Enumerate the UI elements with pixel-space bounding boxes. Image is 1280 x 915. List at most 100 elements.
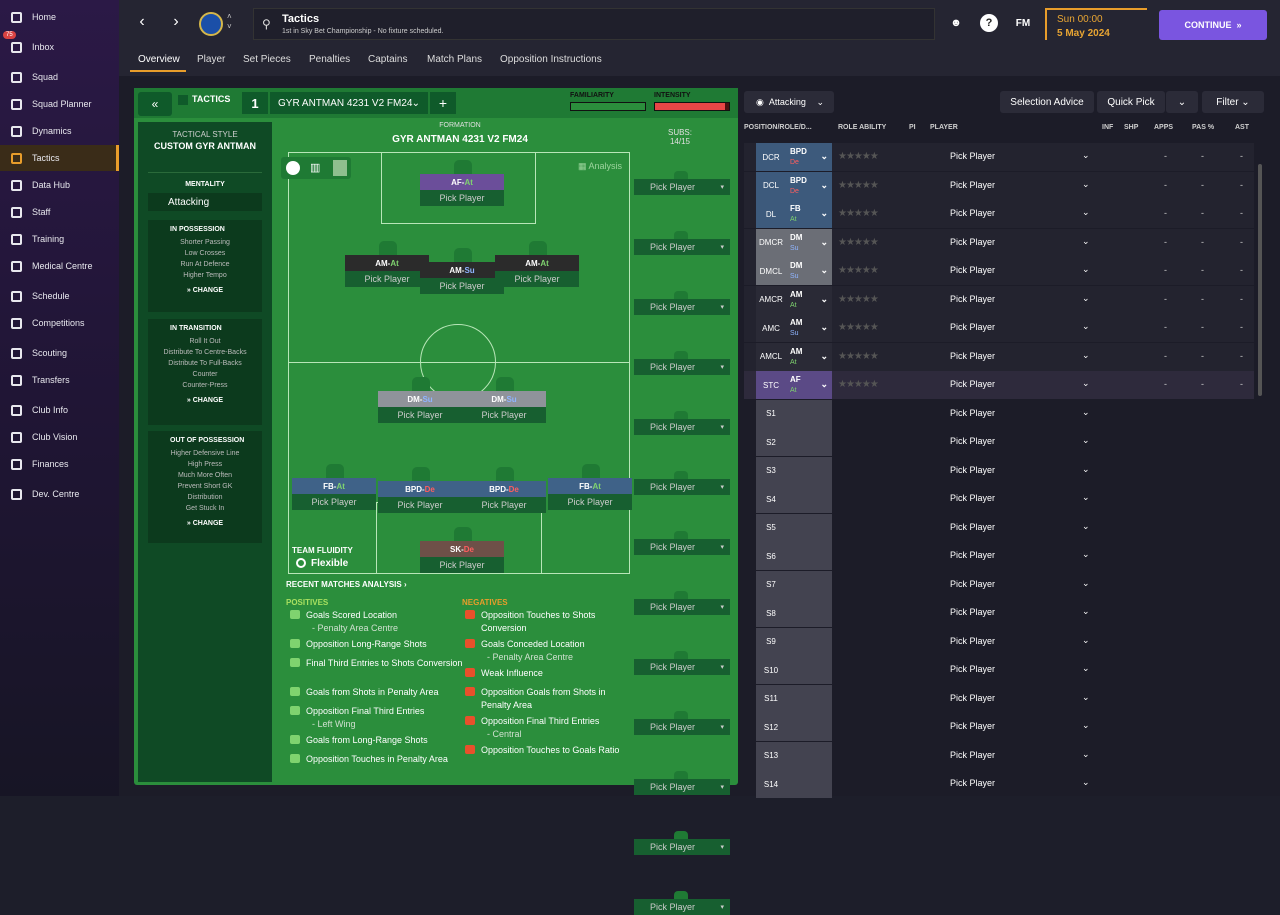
column-header[interactable]: SHP — [1124, 124, 1138, 131]
player-select[interactable]: Pick Player — [950, 265, 995, 275]
table-scrollbar[interactable] — [1258, 164, 1262, 396]
chevron-down-icon[interactable]: ⌄ — [1082, 749, 1090, 760]
collapse-button[interactable]: « — [138, 92, 172, 116]
pick-player-select[interactable]: Pick Player — [495, 271, 579, 287]
table-row[interactable]: S1 Pick Player ⌄ — [744, 399, 1254, 428]
player-select[interactable]: Pick Player — [950, 636, 995, 646]
sidebar-item-data-hub[interactable]: Data Hub — [0, 172, 119, 198]
chevron-down-icon[interactable]: ⌄ — [1082, 606, 1090, 617]
phase-box-in-possession[interactable]: IN POSSESSION Shorter Passing Low Crosses R… — [148, 220, 262, 312]
role-duty-label[interactable]: BPD - De — [462, 481, 546, 497]
pick-player-select[interactable]: Pick Player — [345, 271, 429, 287]
table-row[interactable]: S9 Pick Player ⌄ — [744, 627, 1254, 656]
role-cell[interactable] — [786, 399, 832, 428]
table-row[interactable]: DCL ★★★★★ BPD De ⌄ Pick Player ⌄ - - - — [744, 171, 1254, 200]
sidebar-item-club-info[interactable]: Club Info — [0, 397, 119, 423]
player-select[interactable]: Pick Player — [950, 721, 995, 731]
player-select[interactable]: Pick Player — [950, 294, 995, 304]
forward-arrow-icon[interactable]: › — [163, 8, 189, 36]
pick-player-select[interactable]: Pick Player — [420, 190, 504, 206]
sub-pick-player-select[interactable]: Pick Player ▾ — [634, 539, 730, 555]
role-duty-label[interactable]: AM - Su — [420, 262, 504, 278]
role-cell[interactable] — [786, 428, 832, 456]
sidebar-item-finances[interactable]: Finances — [0, 451, 119, 477]
info-icon[interactable] — [286, 161, 300, 175]
phase-box-in-transition[interactable]: IN TRANSITION Roll It Out Distribute To Ce… — [148, 319, 262, 425]
chevron-down-icon[interactable]: ⌄ — [1082, 521, 1090, 532]
chevron-down-icon[interactable]: ⌄ — [1082, 777, 1090, 788]
chevron-down-icon[interactable]: ⌄ — [1082, 179, 1090, 190]
role-cell[interactable] — [786, 599, 832, 627]
sidebar-item-schedule[interactable]: Schedule — [0, 283, 119, 309]
pick-player-select[interactable]: Pick Player — [462, 497, 546, 513]
sub-pick-player-select[interactable]: Pick Player ▾ — [634, 599, 730, 615]
column-header[interactable]: PLAYER — [930, 124, 958, 131]
help-icon[interactable]: ? — [980, 14, 998, 32]
role-cell[interactable]: BPD De ⌄ — [786, 171, 832, 200]
role-duty-label[interactable]: SK - De — [420, 541, 504, 557]
player-select[interactable]: Pick Player — [950, 522, 995, 532]
mentality-view-select[interactable]: ◉ Attacking ⌄ — [744, 91, 834, 113]
role-cell[interactable] — [786, 656, 832, 684]
sidebar-item-training[interactable]: Training — [0, 226, 119, 252]
player-select[interactable]: Pick Player — [950, 208, 995, 218]
chevron-down-icon[interactable]: ⌄ — [1082, 549, 1090, 560]
player-select[interactable]: Pick Player — [950, 493, 995, 503]
chevron-down-icon[interactable]: ⌄ — [1082, 635, 1090, 646]
player-select[interactable]: Pick Player — [950, 436, 995, 446]
role-cell[interactable] — [786, 627, 832, 656]
table-row[interactable]: S3 Pick Player ⌄ — [744, 456, 1254, 485]
role-cell[interactable] — [786, 684, 832, 713]
table-row[interactable]: S8 Pick Player ⌄ — [744, 599, 1254, 627]
title-box[interactable]: ⚲ Tactics 1st in Sky Bet Championship - … — [253, 8, 935, 40]
chevron-down-icon[interactable]: ⌄ — [1082, 435, 1090, 446]
tactical-style-box[interactable]: TACTICAL STYLE CUSTOM GYR ANTMAN — [148, 130, 262, 151]
mentality-select[interactable]: Attacking — [148, 193, 262, 211]
role-cell[interactable] — [786, 770, 832, 798]
sub-pick-player-select[interactable]: Pick Player ▾ — [634, 479, 730, 495]
sub-pick-player-select[interactable]: Pick Player ▾ — [634, 179, 730, 195]
table-row[interactable]: S10 Pick Player ⌄ — [744, 656, 1254, 684]
selection-advice-button[interactable]: Selection Advice — [1000, 91, 1094, 113]
tab-overview[interactable]: Overview — [138, 54, 180, 65]
player-select[interactable]: Pick Player — [950, 379, 995, 389]
player-select[interactable]: Pick Player — [950, 693, 995, 703]
role-duty-label[interactable]: AF - At — [420, 174, 504, 190]
table-row[interactable]: S2 Pick Player ⌄ — [744, 428, 1254, 456]
chevron-down-icon[interactable]: ⌄ — [1082, 407, 1090, 418]
role-cell[interactable]: DM Su ⌄ — [786, 257, 832, 285]
search-icon[interactable]: ⚲ — [262, 17, 271, 31]
table-row[interactable]: AMCL ★★★★★ AM At ⌄ Pick Player ⌄ - - - — [744, 342, 1254, 371]
player-select[interactable]: Pick Player — [950, 322, 995, 332]
sidebar-item-scouting[interactable]: Scouting — [0, 340, 119, 366]
table-row[interactable]: DMCL ★★★★★ DM Su ⌄ Pick Player ⌄ - - - — [744, 257, 1254, 285]
sidebar-item-home[interactable]: Home — [0, 4, 119, 30]
chevron-down-icon[interactable]: ⌄ — [1082, 207, 1090, 218]
player-select[interactable]: Pick Player — [950, 607, 995, 617]
column-header[interactable]: APPS — [1154, 124, 1173, 131]
table-row[interactable]: DCR ★★★★★ BPD De ⌄ Pick Player ⌄ - - - — [744, 143, 1254, 171]
stats-icon[interactable]: ▥ — [310, 161, 320, 174]
role-cell[interactable]: AM At ⌄ — [786, 285, 832, 314]
role-duty-label[interactable]: FB - At — [292, 478, 376, 494]
chevron-down-icon[interactable]: ⌄ — [1082, 236, 1090, 247]
table-row[interactable]: S5 Pick Player ⌄ — [744, 513, 1254, 542]
manager-icon[interactable]: ☻ — [947, 14, 965, 32]
role-cell[interactable] — [786, 456, 832, 485]
chevron-down-icon[interactable]: ⌄ — [1082, 321, 1090, 332]
sub-pick-player-select[interactable]: Pick Player ▾ — [634, 719, 730, 735]
pitch-player-slot[interactable]: BPD - De Pick Player — [462, 467, 546, 517]
intensity-bar[interactable] — [654, 102, 730, 111]
sidebar-item-transfers[interactable]: Transfers — [0, 367, 119, 393]
column-header[interactable]: POSITION/ROLE/D... — [744, 124, 812, 131]
pick-player-select[interactable]: Pick Player — [378, 497, 462, 513]
player-select[interactable]: Pick Player — [950, 664, 995, 674]
tab-match-plans[interactable]: Match Plans — [427, 54, 482, 65]
date-box[interactable]: Sun 00:00 5 May 2024 — [1045, 8, 1147, 40]
chevron-down-icon[interactable]: ⌄ — [1082, 692, 1090, 703]
change-button[interactable]: » CHANGE — [148, 287, 262, 294]
sub-pick-player-select[interactable]: Pick Player ▾ — [634, 359, 730, 375]
role-cell[interactable] — [786, 542, 832, 570]
change-button[interactable]: » CHANGE — [148, 397, 262, 404]
chevron-down-icon[interactable]: ⌄ — [1082, 264, 1090, 275]
